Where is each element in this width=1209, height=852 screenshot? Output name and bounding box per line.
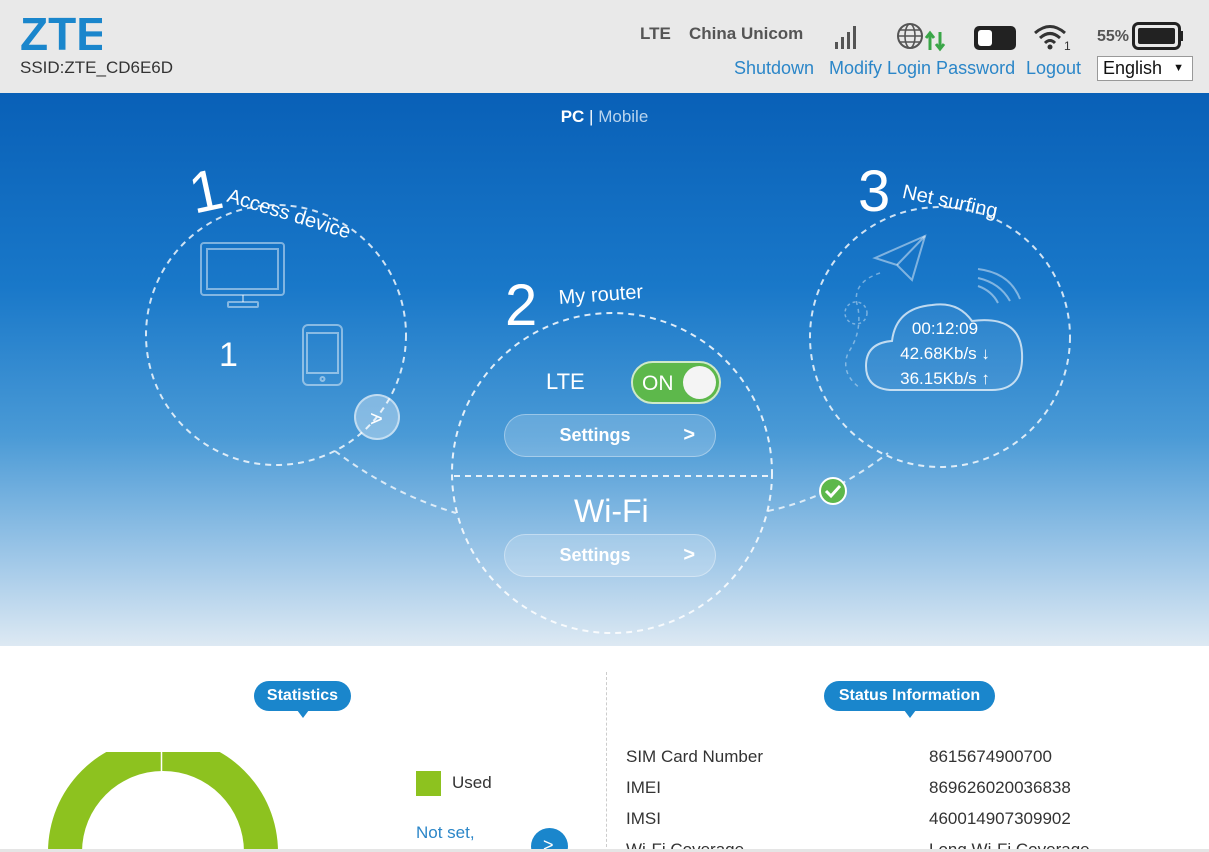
wifi-settings-button[interactable]: Settings > — [504, 534, 716, 577]
connected-device-count: 1 — [219, 336, 238, 374]
wifi-label: Wi-Fi — [574, 493, 649, 529]
hero-panel: 1 2 3 PC | Mobile Access device My route… — [0, 93, 1209, 646]
upload-rate: 36.15Kb/s ↑ — [900, 369, 990, 388]
network-type: LTE — [640, 24, 671, 43]
carrier-name: China Unicom — [689, 24, 804, 43]
lte-toggle[interactable]: ON — [631, 361, 721, 404]
sms-icon — [974, 26, 1016, 50]
view-separator: | — [589, 107, 594, 126]
section-divider — [606, 672, 607, 852]
status-row-value: 8615674900700 — [929, 747, 1052, 766]
paper-plane-icon — [872, 234, 927, 282]
brand-text: ZTE — [20, 10, 102, 56]
status-row-label: IMSI — [626, 809, 661, 828]
connected-time: 00:12:09 — [911, 319, 979, 338]
lte-toggle-state: ON — [642, 372, 674, 395]
top-header: ZTE SSID:ZTE_CD6E6D LTE China Unicom 1 5… — [0, 0, 1209, 93]
used-legend-label: Used — [452, 773, 492, 792]
wifi-client-count: 1 — [1064, 39, 1071, 52]
zte-logo: ZTE — [20, 10, 102, 56]
statistics-title: Statistics — [254, 681, 351, 718]
modify-login-password-link[interactable]: Modify Login Password — [829, 58, 1015, 79]
status-row-value: 460014907309902 — [929, 809, 1071, 828]
usage-donut-chart — [48, 752, 278, 852]
download-rate: 42.68Kb/s ↓ — [900, 344, 990, 363]
toggle-knob — [683, 366, 716, 399]
not-set-link[interactable]: Not set, — [416, 823, 475, 843]
dashboard-bottom: Statistics Status Information Used Not s… — [0, 646, 1209, 852]
monitor-icon — [200, 242, 285, 308]
phone-icon — [302, 324, 343, 386]
status-row-label: IMEI — [626, 778, 661, 797]
globe-icon — [897, 23, 946, 52]
wifi-icon: 1 — [1034, 25, 1071, 52]
battery-percent: 55% — [1097, 28, 1130, 45]
step2-number: 2 — [505, 273, 537, 338]
chevron-right-icon: > — [370, 406, 383, 431]
battery-icon — [1132, 22, 1183, 50]
wifi-settings-label: Settings — [559, 545, 631, 565]
language-selected-value: English — [1103, 58, 1163, 78]
used-legend-swatch — [416, 771, 441, 796]
pc-view-link[interactable]: PC — [561, 107, 585, 126]
signal-waves-icon — [977, 268, 1021, 304]
language-select[interactable]: English ▼ — [1097, 56, 1193, 81]
status-row-value: 869626020036838 — [929, 778, 1071, 797]
signal-strength-icon — [835, 26, 856, 49]
connected-check-icon — [819, 477, 847, 505]
logout-link[interactable]: Logout — [1026, 58, 1081, 79]
chevron-right-icon: > — [683, 544, 695, 566]
lte-settings-button[interactable]: Settings > — [504, 414, 716, 457]
my-router-circle — [451, 312, 773, 634]
data-arrows-icon — [924, 30, 946, 52]
mobile-view-link[interactable]: Mobile — [598, 107, 648, 126]
lte-settings-label: Settings — [559, 425, 631, 445]
lte-label: LTE — [546, 369, 585, 394]
chevron-right-icon: > — [683, 424, 695, 446]
step1-number: 1 — [183, 156, 228, 226]
step3-number: 3 — [858, 159, 890, 224]
access-device-next-button[interactable]: > — [354, 394, 400, 440]
status-row-label: SIM Card Number — [626, 747, 763, 766]
status-information-title: Status Information — [824, 681, 995, 718]
ssid-label: SSID:ZTE_CD6E6D — [20, 58, 174, 77]
shutdown-link[interactable]: Shutdown — [734, 58, 814, 79]
dropdown-arrow-icon: ▼ — [1173, 62, 1184, 74]
view-toggle: PC | Mobile — [0, 107, 1209, 127]
